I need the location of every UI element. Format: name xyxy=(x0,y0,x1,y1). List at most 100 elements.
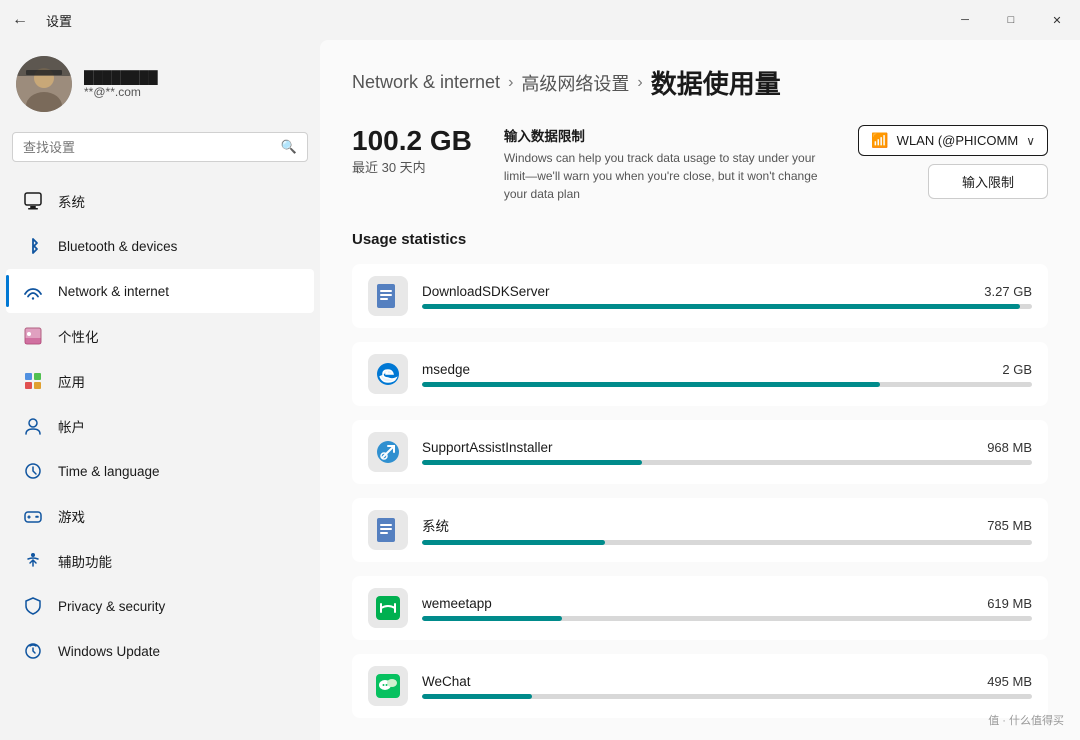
app-size: 3.27 GB xyxy=(984,284,1032,299)
watermark: 值 · 什么值得买 xyxy=(988,712,1064,728)
sidebar-item-time[interactable]: Time & language xyxy=(6,449,314,493)
data-usage-period: 最近 30 天内 xyxy=(352,157,472,176)
accessibility-icon xyxy=(22,550,44,572)
network-icon xyxy=(22,280,44,302)
app-info: wemeetapp 619 MB xyxy=(422,596,1032,621)
app-body: ████████ **@**.com 🔍 系统 Blueto xyxy=(0,40,1080,740)
breadcrumb-sep-1: › xyxy=(508,74,513,92)
minimize-button[interactable]: ─ xyxy=(942,0,988,40)
sidebar-label-system: 系统 xyxy=(58,191,85,211)
app-size: 968 MB xyxy=(987,440,1032,455)
user-email: **@**.com xyxy=(84,85,158,99)
breadcrumb-advanced[interactable]: 高级网络设置 xyxy=(521,70,629,96)
sidebar-item-accounts[interactable]: 帐户 xyxy=(6,404,314,448)
app-icon-box xyxy=(368,432,408,472)
usage-list-item[interactable]: SupportAssistInstaller 968 MB xyxy=(352,420,1048,484)
app-info: msedge 2 GB xyxy=(422,362,1032,387)
maximize-button[interactable]: □ xyxy=(988,0,1034,40)
sidebar-nav: 系统 Bluetooth & devices Network & interne… xyxy=(0,178,320,674)
personalization-icon xyxy=(22,325,44,347)
progress-fill xyxy=(422,460,642,465)
app-size: 495 MB xyxy=(987,674,1032,689)
wifi-icon: 📶 xyxy=(871,132,888,149)
app-size: 785 MB xyxy=(987,518,1032,533)
user-profile[interactable]: ████████ **@**.com xyxy=(0,40,320,132)
usage-list: DownloadSDKServer 3.27 GB msedge 2 GB xyxy=(352,264,1048,718)
search-box[interactable]: 🔍 xyxy=(12,132,308,162)
app-info: 系统 785 MB xyxy=(422,515,1032,545)
back-arrow[interactable]: ← xyxy=(12,11,28,29)
sidebar-label-time: Time & language xyxy=(58,464,160,479)
bluetooth-icon xyxy=(22,235,44,257)
data-usage-amount: 100.2 GB xyxy=(352,125,472,157)
enter-limit-button[interactable]: 输入限制 xyxy=(928,164,1048,199)
privacy-icon xyxy=(22,595,44,617)
network-selector[interactable]: 📶 WLAN (@PHICOMM ∨ xyxy=(858,125,1048,156)
system-icon xyxy=(22,190,44,212)
title-bar-controls: ─ □ ✕ xyxy=(942,0,1080,40)
progress-track xyxy=(422,304,1032,309)
update-icon xyxy=(22,640,44,662)
app-row: 系统 785 MB xyxy=(422,515,1032,535)
sidebar-label-apps: 应用 xyxy=(58,371,85,391)
sidebar-label-network: Network & internet xyxy=(58,284,169,299)
sidebar-item-gaming[interactable]: 游戏 xyxy=(6,494,314,538)
progress-track xyxy=(422,616,1032,621)
data-usage-header: 100.2 GB 最近 30 天内 输入数据限制 Windows can hel… xyxy=(352,125,1048,203)
accounts-icon xyxy=(22,415,44,437)
breadcrumb: Network & internet › 高级网络设置 › 数据使用量 xyxy=(352,64,1048,101)
usage-list-item[interactable]: wemeetapp 619 MB xyxy=(352,576,1048,640)
app-icon-box xyxy=(368,276,408,316)
main-content: Network & internet › 高级网络设置 › 数据使用量 100.… xyxy=(320,40,1080,740)
time-icon xyxy=(22,460,44,482)
sidebar-item-privacy[interactable]: Privacy & security xyxy=(6,584,314,628)
app-row: WeChat 495 MB xyxy=(422,674,1032,689)
gaming-icon xyxy=(22,505,44,527)
network-name: WLAN (@PHICOMM xyxy=(897,133,1019,148)
close-button[interactable]: ✕ xyxy=(1034,0,1080,40)
breadcrumb-sep-2: › xyxy=(637,74,642,92)
app-icon-box xyxy=(368,666,408,706)
sidebar-label-privacy: Privacy & security xyxy=(58,599,165,614)
sidebar-item-apps[interactable]: 应用 xyxy=(6,359,314,403)
usage-list-item[interactable]: WeChat 495 MB xyxy=(352,654,1048,718)
app-size: 2 GB xyxy=(1002,362,1032,377)
data-usage-stat: 100.2 GB 最近 30 天内 xyxy=(352,125,472,176)
app-row: DownloadSDKServer 3.27 GB xyxy=(422,284,1032,299)
user-info: ████████ **@**.com xyxy=(84,70,158,99)
sidebar-item-accessibility[interactable]: 辅助功能 xyxy=(6,539,314,583)
usage-stats-title: Usage statistics xyxy=(352,231,1048,248)
title-bar-title: 设置 xyxy=(46,11,72,30)
breadcrumb-network[interactable]: Network & internet xyxy=(352,72,500,93)
sidebar-item-network[interactable]: Network & internet xyxy=(6,269,314,313)
usage-list-item[interactable]: msedge 2 GB xyxy=(352,342,1048,406)
sidebar-label-gaming: 游戏 xyxy=(58,506,85,526)
search-input[interactable] xyxy=(23,140,273,155)
limit-title: 输入数据限制 xyxy=(504,125,826,145)
sidebar-item-personalization[interactable]: 个性化 xyxy=(6,314,314,358)
chevron-down-icon: ∨ xyxy=(1026,134,1035,148)
title-bar: ← 设置 ─ □ ✕ xyxy=(0,0,1080,40)
progress-fill xyxy=(422,694,532,699)
progress-track xyxy=(422,382,1032,387)
app-name: SupportAssistInstaller xyxy=(422,440,553,455)
sidebar-item-system[interactable]: 系统 xyxy=(6,179,314,223)
app-info: WeChat 495 MB xyxy=(422,674,1032,699)
app-icon-box xyxy=(368,588,408,628)
data-usage-desc: 输入数据限制 Windows can help you track data u… xyxy=(504,125,826,203)
progress-track xyxy=(422,460,1032,465)
sidebar-item-update[interactable]: Windows Update xyxy=(6,629,314,673)
app-name: DownloadSDKServer xyxy=(422,284,550,299)
progress-track xyxy=(422,540,1032,545)
breadcrumb-current: 数据使用量 xyxy=(651,64,781,101)
app-name: WeChat xyxy=(422,674,471,689)
usage-list-item[interactable]: DownloadSDKServer 3.27 GB xyxy=(352,264,1048,328)
sidebar: ████████ **@**.com 🔍 系统 Blueto xyxy=(0,40,320,740)
app-row: SupportAssistInstaller 968 MB xyxy=(422,440,1032,455)
sidebar-label-accessibility: 辅助功能 xyxy=(58,551,112,571)
progress-fill xyxy=(422,382,880,387)
sidebar-item-bluetooth[interactable]: Bluetooth & devices xyxy=(6,224,314,268)
usage-list-item[interactable]: 系统 785 MB xyxy=(352,498,1048,562)
app-row: msedge 2 GB xyxy=(422,362,1032,377)
sidebar-label-update: Windows Update xyxy=(58,644,160,659)
